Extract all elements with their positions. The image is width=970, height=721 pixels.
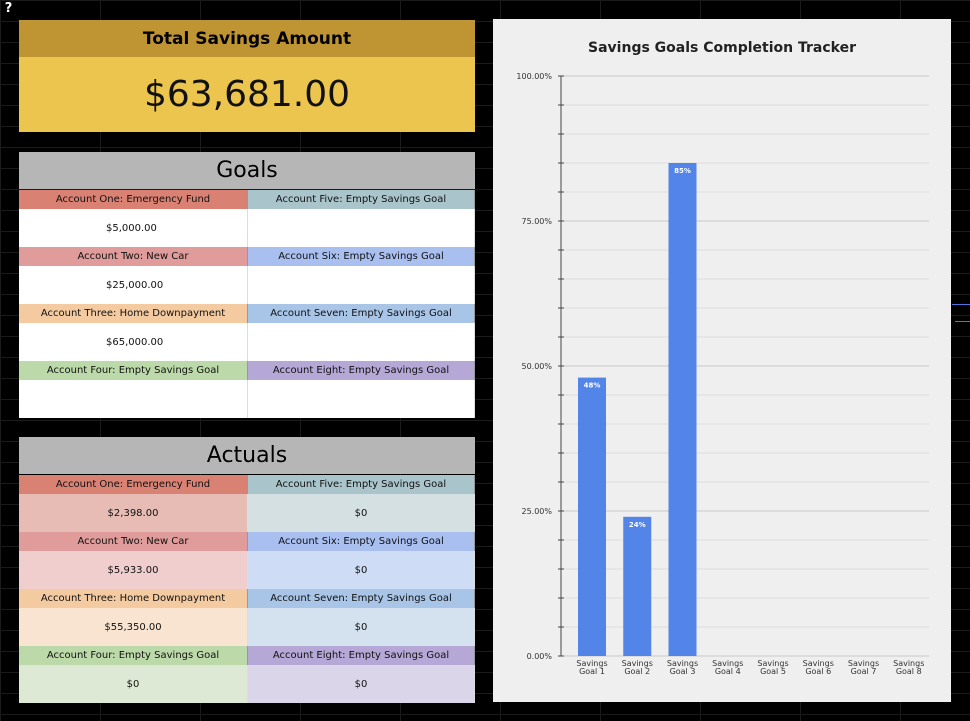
- x-tick-label: Goal 8: [896, 667, 922, 676]
- x-tick-label: Goal 3: [670, 667, 696, 676]
- account-label: Account Six: Empty Savings Goal: [248, 532, 475, 551]
- account-value[interactable]: $0: [248, 608, 475, 646]
- data-label: 48%: [584, 382, 601, 390]
- x-tick-label: Goal 4: [715, 667, 741, 676]
- savings-chart: Savings Goals Completion Tracker 0.00% 25…: [493, 19, 951, 702]
- account-value[interactable]: [248, 323, 475, 361]
- x-tick-label: Goal 7: [851, 667, 877, 676]
- account-value[interactable]: $5,933.00: [19, 551, 248, 589]
- account-label: Account Seven: Empty Savings Goal: [248, 589, 475, 608]
- account-value[interactable]: [248, 209, 475, 247]
- account-label: Account Four: Empty Savings Goal: [19, 646, 248, 665]
- y-tick-label: 75.00%: [521, 217, 552, 226]
- x-tick-label: Goal 6: [805, 667, 831, 676]
- account-label: Account Seven: Empty Savings Goal: [248, 304, 475, 323]
- account-value[interactable]: $0: [248, 665, 475, 703]
- x-tick-label: Goal 2: [624, 667, 650, 676]
- account-value[interactable]: $25,000.00: [19, 266, 248, 304]
- bar: [623, 516, 652, 656]
- goals-title: Goals: [19, 152, 475, 189]
- account-value[interactable]: $0: [248, 494, 475, 532]
- account-label: Account Eight: Empty Savings Goal: [248, 646, 475, 665]
- account-value[interactable]: [19, 380, 248, 418]
- chart-plot: 0.00%25.00%50.00%75.00%100.00%48%Savings…: [516, 72, 929, 676]
- account-label: Account Two: New Car: [19, 532, 248, 551]
- account-label: Account One: Emergency Fund: [19, 475, 248, 494]
- actuals-title: Actuals: [19, 437, 475, 474]
- data-label: 85%: [674, 167, 691, 175]
- account-value[interactable]: $5,000.00: [19, 209, 248, 247]
- x-tick-label: Goal 5: [760, 667, 786, 676]
- account-value[interactable]: [248, 266, 475, 304]
- account-label: Account Eight: Empty Savings Goal: [248, 361, 475, 380]
- account-value[interactable]: $0: [19, 665, 248, 703]
- account-label: Account Five: Empty Savings Goal: [248, 190, 475, 209]
- total-savings-value: $63,681.00: [19, 57, 475, 132]
- account-label: Account Six: Empty Savings Goal: [248, 247, 475, 266]
- account-value[interactable]: $65,000.00: [19, 323, 248, 361]
- account-label: Account Three: Home Downpayment: [19, 589, 248, 608]
- account-label: Account One: Emergency Fund: [19, 190, 248, 209]
- y-tick-label: 100.00%: [516, 72, 552, 81]
- data-label: 24%: [629, 521, 646, 529]
- total-savings-label: Total Savings Amount: [19, 20, 475, 57]
- account-value[interactable]: $55,350.00: [19, 608, 248, 646]
- help-icon[interactable]: ?: [0, 0, 17, 17]
- account-value[interactable]: $0: [248, 551, 475, 589]
- bar: [578, 377, 606, 656]
- account-label: Account Two: New Car: [19, 247, 248, 266]
- selection-edge: [952, 304, 970, 305]
- account-label: Account Three: Home Downpayment: [19, 304, 248, 323]
- account-label: Account Four: Empty Savings Goal: [19, 361, 248, 380]
- account-value[interactable]: [248, 380, 475, 418]
- x-tick-label: Goal 1: [579, 667, 605, 676]
- y-tick-label: 0.00%: [527, 652, 553, 661]
- account-value[interactable]: $2,398.00: [19, 494, 248, 532]
- y-tick-label: 25.00%: [521, 507, 552, 516]
- y-tick-label: 50.00%: [521, 362, 552, 371]
- account-label: Account Five: Empty Savings Goal: [248, 475, 475, 494]
- bar: [668, 163, 697, 656]
- selection-edge: [955, 321, 970, 322]
